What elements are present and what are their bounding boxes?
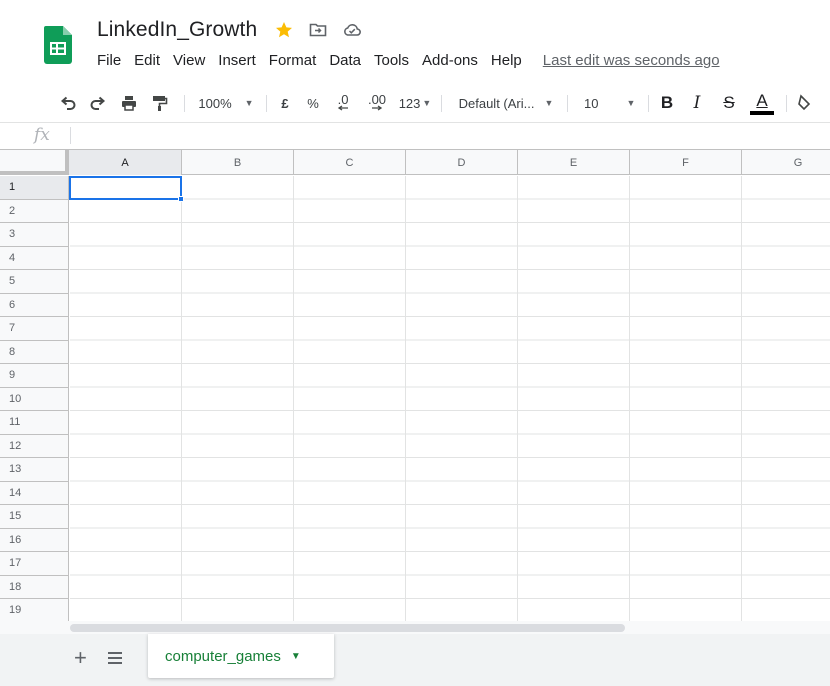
zoom-select[interactable]: 100% ▼ bbox=[194, 86, 258, 120]
decrease-decimal-button[interactable]: .0 bbox=[330, 86, 356, 120]
menu-data[interactable]: Data bbox=[329, 52, 361, 69]
fill-color-icon[interactable] bbox=[794, 86, 816, 120]
fx-label: fx bbox=[34, 125, 50, 145]
chevron-down-icon: ▼ bbox=[422, 98, 432, 108]
text-color-button[interactable]: A bbox=[748, 86, 776, 120]
row-header-13[interactable]: 13 bbox=[0, 458, 69, 482]
add-sheet-icon[interactable]: + bbox=[74, 647, 87, 669]
row-header-16[interactable]: 16 bbox=[0, 528, 69, 552]
horizontal-scrollbar[interactable] bbox=[70, 624, 625, 632]
menu-file[interactable]: File bbox=[97, 52, 121, 69]
row-header-18[interactable]: 18 bbox=[0, 575, 69, 599]
document-title[interactable]: LinkedIn_Growth bbox=[97, 18, 257, 42]
menu-format[interactable]: Format bbox=[269, 52, 317, 69]
increase-decimal-button[interactable]: .00 bbox=[362, 86, 392, 120]
undo-icon[interactable] bbox=[55, 86, 81, 120]
fill-handle[interactable] bbox=[178, 196, 184, 202]
column-header-d[interactable]: D bbox=[406, 150, 518, 175]
chevron-down-icon[interactable]: ▼ bbox=[291, 651, 301, 662]
font-family-value: Default (Ari... bbox=[458, 95, 535, 111]
chevron-down-icon: ▼ bbox=[626, 98, 636, 108]
menu-edit[interactable]: Edit bbox=[134, 52, 160, 69]
arrow-right-icon bbox=[372, 105, 383, 111]
row-header-10[interactable]: 10 bbox=[0, 387, 69, 411]
cell-area[interactable] bbox=[70, 176, 830, 623]
toolbar: 100% ▼ £ % .0 .00 123 ▼ Default (Ari... … bbox=[0, 86, 830, 120]
menu-tools[interactable]: Tools bbox=[374, 52, 409, 69]
column-header-c[interactable]: C bbox=[294, 150, 406, 175]
zoom-value: 100% bbox=[198, 95, 232, 111]
arrow-left-icon bbox=[337, 105, 348, 111]
menu-help[interactable]: Help bbox=[491, 52, 522, 69]
row-header-4[interactable]: 4 bbox=[0, 246, 69, 270]
paint-format-icon[interactable] bbox=[146, 86, 172, 120]
row-header-14[interactable]: 14 bbox=[0, 481, 69, 505]
row-header-6[interactable]: 6 bbox=[0, 293, 69, 317]
star-icon[interactable] bbox=[274, 20, 294, 40]
column-header-b[interactable]: B bbox=[182, 150, 294, 175]
row-header-5[interactable]: 5 bbox=[0, 270, 69, 294]
formula-bar: fx bbox=[0, 122, 830, 148]
cloud-status-icon[interactable] bbox=[342, 20, 362, 40]
font-family-select[interactable]: Default (Ari... ▼ bbox=[452, 86, 560, 120]
menu-bar: File Edit View Insert Format Data Tools … bbox=[97, 52, 720, 69]
chevron-down-icon: ▼ bbox=[244, 98, 254, 108]
chevron-down-icon: ▼ bbox=[544, 98, 554, 108]
decrease-decimal-label: .0 bbox=[337, 92, 349, 107]
more-formats-label: 123 bbox=[398, 95, 421, 111]
column-header-row: A B C D E F G bbox=[0, 150, 830, 175]
move-to-folder-icon[interactable] bbox=[308, 20, 328, 40]
last-edit-link[interactable]: Last edit was seconds ago bbox=[543, 52, 720, 69]
spreadsheet-grid: A B C D E F G 1 2 3 4 5 6 7 8 9 10 11 12… bbox=[0, 149, 830, 623]
row-header-15[interactable]: 15 bbox=[0, 505, 69, 529]
font-size-value: 10 bbox=[584, 95, 599, 111]
select-all-corner[interactable] bbox=[0, 150, 69, 175]
sheet-tab-bar bbox=[0, 634, 830, 686]
column-header-g[interactable]: G bbox=[742, 150, 830, 175]
column-header-a[interactable]: A bbox=[69, 150, 182, 175]
menu-insert[interactable]: Insert bbox=[218, 52, 256, 69]
row-header-7[interactable]: 7 bbox=[0, 317, 69, 341]
currency-format-button[interactable]: £ bbox=[276, 86, 294, 120]
bold-button[interactable]: B bbox=[656, 86, 678, 120]
column-header-f[interactable]: F bbox=[630, 150, 742, 175]
menu-add-ons[interactable]: Add-ons bbox=[422, 52, 478, 69]
font-size-select[interactable]: 10 ▼ bbox=[578, 86, 642, 120]
all-sheets-menu-icon[interactable] bbox=[108, 651, 122, 664]
print-icon[interactable] bbox=[116, 86, 142, 120]
row-header-9[interactable]: 9 bbox=[0, 364, 69, 388]
percent-format-button[interactable]: % bbox=[303, 86, 323, 120]
row-header-3[interactable]: 3 bbox=[0, 223, 69, 247]
italic-button[interactable]: I bbox=[686, 86, 708, 120]
formula-input[interactable] bbox=[78, 123, 818, 147]
text-color-swatch bbox=[750, 110, 774, 115]
strikethrough-button[interactable]: S bbox=[718, 86, 740, 120]
row-header-12[interactable]: 12 bbox=[0, 434, 69, 458]
sheet-tab-computer-games[interactable]: computer_games ▼ bbox=[148, 634, 334, 678]
row-header-19[interactable]: 19 bbox=[0, 599, 69, 623]
row-header-11[interactable]: 11 bbox=[0, 411, 69, 435]
active-cell-a1[interactable] bbox=[69, 176, 182, 200]
row-header-8[interactable]: 8 bbox=[0, 340, 69, 364]
sheets-logo-icon[interactable] bbox=[44, 26, 72, 64]
increase-decimal-label: .00 bbox=[367, 92, 387, 107]
menu-view[interactable]: View bbox=[173, 52, 205, 69]
more-formats-select[interactable]: 123 ▼ bbox=[395, 86, 435, 120]
row-header-2[interactable]: 2 bbox=[0, 199, 69, 223]
sheet-tab-label: computer_games bbox=[165, 647, 281, 665]
row-header-17[interactable]: 17 bbox=[0, 552, 69, 576]
row-header-1[interactable]: 1 bbox=[0, 176, 69, 200]
column-header-e[interactable]: E bbox=[518, 150, 630, 175]
text-color-label: A bbox=[756, 90, 768, 110]
redo-icon[interactable] bbox=[85, 86, 111, 120]
